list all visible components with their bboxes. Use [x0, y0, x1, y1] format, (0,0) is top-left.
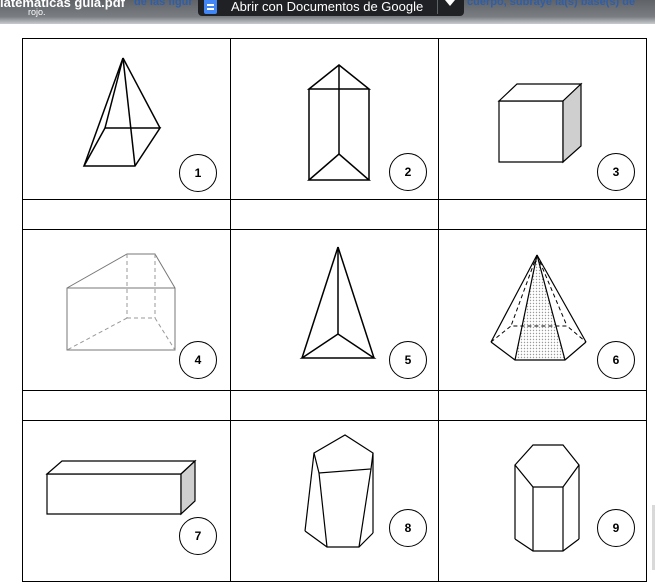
file-subtext: rojo. [28, 7, 46, 17]
figure-number: 3 [597, 153, 635, 191]
figure-cell-2: 2 [230, 38, 439, 200]
open-with-docs-button[interactable]: Abrir con Documentos de Google [198, 0, 464, 16]
figure-row: 1 2 3 [22, 38, 647, 200]
viewer-top-bar: latemáticas guia.pdf rojo. de las figur … [0, 0, 655, 24]
rectangular-prism-icon [45, 459, 197, 516]
answer-cell[interactable] [438, 390, 647, 421]
open-with-label: Abrir con Documentos de Google [231, 0, 424, 14]
answer-row [22, 390, 647, 421]
figure-cell-6: 6 [438, 229, 647, 391]
figure-number: 5 [389, 341, 427, 379]
figure-row: 4 5 6 [22, 229, 647, 391]
figures-table: 1 2 3 4 5 6 7 8 9 [22, 38, 647, 582]
figure-number: 7 [179, 517, 217, 555]
background-text-right: cuerpo, subraye la(s) base(s) de [467, 0, 636, 8]
answer-cell[interactable] [230, 199, 439, 230]
figure-cell-3: 3 [438, 38, 647, 200]
answer-cell[interactable] [22, 199, 231, 230]
figure-cell-9: 9 [438, 420, 647, 582]
answer-cell[interactable] [230, 390, 439, 421]
docs-icon [204, 0, 217, 14]
hexagonal-prism-icon [514, 444, 580, 552]
button-divider [437, 0, 438, 14]
answer-cell[interactable] [22, 390, 231, 421]
figure-number: 2 [389, 153, 427, 191]
figure-number: 8 [389, 509, 427, 547]
chevron-down-icon[interactable] [445, 0, 455, 6]
answer-row [22, 199, 647, 230]
figure-number: 9 [597, 509, 635, 547]
file-title[interactable]: latemáticas guia.pdf [0, 0, 125, 10]
figure-cell-7: 7 [22, 420, 231, 582]
pentagonal-prism-icon [304, 434, 374, 548]
figure-cell-1: 1 [22, 38, 231, 200]
background-text-left: de las figur [134, 0, 193, 8]
figure-cell-4: 4 [22, 229, 231, 391]
figure-number: 6 [597, 341, 635, 379]
figure-cell-8: 8 [230, 420, 439, 582]
figure-number: 1 [179, 154, 217, 192]
answer-cell[interactable] [438, 199, 647, 230]
figure-number: 4 [179, 341, 217, 379]
figure-row: 7 8 9 [22, 420, 647, 582]
figure-cell-5: 5 [230, 229, 439, 391]
